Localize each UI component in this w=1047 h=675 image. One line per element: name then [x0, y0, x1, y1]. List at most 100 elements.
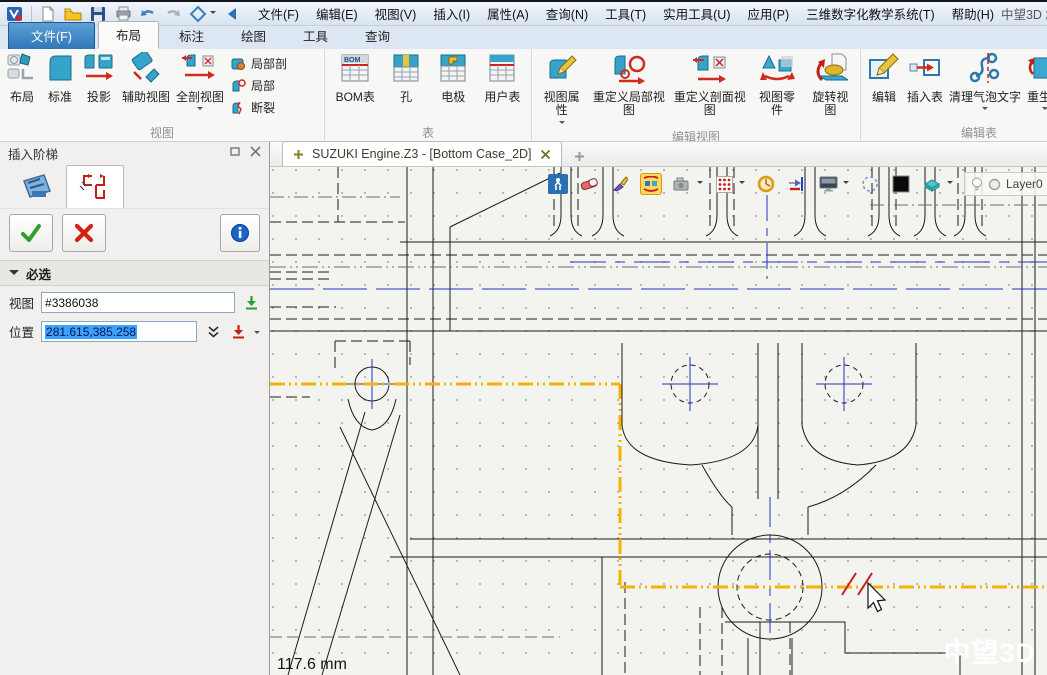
print-icon[interactable] [114, 5, 132, 23]
tab-close-icon[interactable] [540, 149, 551, 160]
camera-icon[interactable] [672, 174, 692, 194]
auxiliary-view-icon [128, 52, 164, 89]
color-swatch-icon[interactable] [891, 174, 911, 194]
edit-table-button[interactable]: 编辑 [864, 50, 904, 106]
brush-icon[interactable] [610, 174, 630, 194]
snap-circle-icon[interactable] [756, 174, 776, 194]
panel-tab-sheet[interactable] [8, 166, 64, 208]
info-button[interactable] [220, 214, 260, 252]
ok-button[interactable] [9, 214, 53, 252]
insert-table-button[interactable]: 插入表 [904, 50, 946, 106]
ribbon-tab-draw[interactable]: 绘图 [224, 23, 283, 49]
menu-applications[interactable]: 应用(P) [747, 4, 789, 23]
button-label: 电极 [441, 91, 465, 104]
menu-utilities[interactable]: 实用工具(U) [663, 4, 730, 23]
full-section-dropdown[interactable] [197, 107, 203, 113]
drawing-canvas[interactable]: Layer0 117.6 mm 中望3D [270, 167, 1047, 675]
eraser-icon[interactable] [579, 174, 599, 194]
ribbon-group-tables: BOM BOM表 孔 电极 用户表 表 [325, 49, 532, 141]
swap-view-icon[interactable] [641, 174, 661, 194]
lasso-select-icon[interactable] [860, 174, 880, 194]
pick-position-dropdown[interactable] [254, 331, 260, 337]
grid-dropdown[interactable] [739, 181, 745, 187]
local-view-icon [231, 79, 246, 93]
shaded-view-dropdown[interactable] [947, 181, 953, 187]
standard-view-button[interactable]: 标准 [41, 50, 79, 106]
view-orient-dropdown[interactable] [210, 11, 216, 17]
menu-tools[interactable]: 工具(T) [605, 4, 646, 23]
rotate-view-button[interactable]: 旋转视图 [804, 50, 857, 120]
display-mode-dropdown[interactable] [843, 181, 849, 187]
pick-position-icon[interactable] [229, 323, 247, 341]
user-table-button[interactable]: 用户表 [481, 50, 523, 106]
new-file-icon[interactable] [39, 5, 57, 23]
layer-selector[interactable]: Layer0 [964, 172, 1047, 196]
broken-view-button[interactable]: 断裂 [231, 99, 287, 116]
new-tab-button[interactable] [568, 146, 592, 166]
full-section-view-button[interactable]: 全剖视图 [173, 50, 227, 115]
panel-tab-step-line[interactable] [66, 165, 124, 208]
view-orient-icon[interactable] [189, 5, 207, 23]
redo-icon[interactable] [164, 5, 182, 23]
ribbon-tab-inquire[interactable]: 查询 [348, 23, 407, 49]
document-tab-bar: SUZUKI Engine.Z3 - [Bottom Case_2D] [270, 142, 1047, 167]
clean-balloon-text-button[interactable]: 清理气泡文字 [946, 50, 1024, 115]
panel-close-icon[interactable] [250, 146, 261, 160]
view-attributes-button[interactable]: 视图属性 [535, 50, 588, 129]
button-label: 标准 [48, 91, 72, 104]
undo-icon[interactable] [139, 5, 157, 23]
ribbon-tab-file[interactable]: 文件(F) [8, 22, 95, 49]
menu-help[interactable]: 帮助(H) [952, 4, 994, 23]
menu-inquire[interactable]: 查询(N) [546, 4, 588, 23]
views-small-buttons: 局部剖 局部 断裂 [227, 50, 291, 116]
view-attributes-dropdown[interactable] [559, 121, 565, 127]
position-field-input[interactable]: 281.615,385.258 [41, 321, 197, 342]
layout-view-button[interactable]: 布局 [3, 50, 41, 106]
ribbon-group-edit-views: 视图属性 重定义局部视图 重定义剖面视图 视图零件 旋转视图 编辑视图 [532, 49, 861, 141]
info-icon [230, 223, 250, 243]
camera-dropdown[interactable] [697, 181, 703, 187]
menu-view[interactable]: 视图(V) [375, 4, 417, 23]
ribbon-tab-annotate[interactable]: 标注 [162, 23, 221, 49]
hole-table-button[interactable]: 孔 [387, 50, 425, 106]
regenerate-dropdown[interactable] [1042, 107, 1047, 113]
menu-3d-teaching-system[interactable]: 三维数字化教学系统(T) [806, 4, 934, 23]
redefine-local-view-button[interactable]: 重定义局部视图 [588, 50, 669, 120]
button-label: 投影 [87, 91, 111, 104]
check-icon [20, 223, 42, 243]
menu-insert[interactable]: 插入(I) [433, 4, 470, 23]
view-field-input[interactable]: #3386038 [41, 292, 235, 313]
clean-balloon-dropdown[interactable] [982, 107, 988, 113]
required-section-header[interactable]: 必选 [0, 260, 269, 286]
bom-table-button[interactable]: BOM BOM表 [333, 50, 378, 106]
expand-chevrons-icon[interactable] [204, 323, 222, 341]
grid-toggle-icon[interactable] [714, 174, 734, 194]
menu-file[interactable]: 文件(F) [258, 4, 299, 23]
shaded-view-icon[interactable] [922, 174, 942, 194]
rotate-view-icon [812, 52, 848, 89]
exit-sketch-icon[interactable] [548, 174, 568, 194]
display-mode-icon[interactable] [818, 174, 838, 194]
view-part-button[interactable]: 视图零件 [750, 50, 803, 120]
menu-attributes[interactable]: 属性(A) [487, 4, 529, 23]
open-file-icon[interactable] [64, 5, 82, 23]
back-icon[interactable] [223, 5, 241, 23]
save-icon[interactable] [89, 5, 107, 23]
menu-edit[interactable]: 编辑(E) [316, 4, 358, 23]
align-target-icon[interactable] [787, 174, 807, 194]
pick-view-icon[interactable] [242, 294, 260, 312]
document-tab[interactable]: SUZUKI Engine.Z3 - [Bottom Case_2D] [282, 141, 562, 166]
projection-view-button[interactable]: 投影 [79, 50, 119, 106]
local-section-button[interactable]: 局部剖 [231, 55, 287, 72]
regenerate-button[interactable]: 重生成 [1024, 50, 1047, 115]
local-view-button[interactable]: 局部 [231, 77, 287, 94]
electrode-table-button[interactable]: 电极 [434, 50, 472, 106]
full-section-view-icon [181, 52, 219, 89]
auxiliary-view-button[interactable]: 辅助视图 [119, 50, 173, 106]
position-field-label: 位置 [9, 322, 34, 341]
ribbon-tab-layout[interactable]: 布局 [98, 21, 159, 49]
panel-restore-icon[interactable] [230, 146, 241, 160]
ribbon-tab-tools[interactable]: 工具 [286, 23, 345, 49]
redefine-section-view-button[interactable]: 重定义剖面视图 [669, 50, 750, 120]
cancel-button[interactable] [62, 214, 106, 252]
